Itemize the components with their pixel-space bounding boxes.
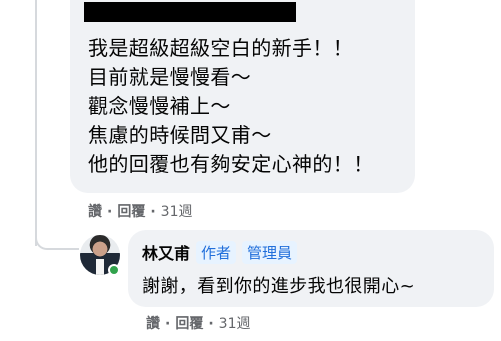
reply-author-name[interactable]: 林又甫	[142, 240, 190, 264]
separator: ·	[107, 204, 113, 220]
comment-line: 目前就是慢慢看～	[88, 65, 252, 89]
redacted-author-name	[84, 2, 296, 22]
thread-connector	[35, 232, 79, 250]
reply-bubble: 林又甫 作者 管理員 謝謝，看到你的進步我也很開心~	[128, 230, 494, 307]
comment-actions: 讚 · 回覆 · 31週	[88, 201, 192, 221]
reply-link[interactable]: 回覆	[117, 204, 145, 220]
separator: ·	[208, 316, 214, 332]
reply-actions: 讚 · 回覆 · 31週	[146, 313, 250, 333]
timestamp-link[interactable]: 31週	[161, 204, 193, 220]
like-link[interactable]: 讚	[88, 204, 102, 220]
timestamp-link[interactable]: 31週	[219, 316, 251, 332]
online-status-dot	[108, 264, 120, 276]
comment-line: 他的回覆也有夠安定心神的！！	[88, 152, 374, 176]
thread-line	[35, 0, 37, 246]
separator: ·	[150, 204, 156, 220]
comment-thread: 我是超級超級空白的新手！！ 目前就是慢慢看～ 觀念慢慢補上～ 焦慮的時候問又甫～…	[0, 0, 501, 341]
reply-link[interactable]: 回覆	[175, 316, 203, 332]
comment-line: 觀念慢慢補上～	[88, 94, 231, 118]
admin-badge: 管理員	[242, 240, 298, 264]
like-link[interactable]: 讚	[146, 316, 160, 332]
reply-header: 林又甫 作者 管理員	[142, 240, 298, 264]
comment-text: 我是超級超級空白的新手！！ 目前就是慢慢看～ 觀念慢慢補上～ 焦慮的時候問又甫～…	[88, 34, 374, 179]
separator: ·	[165, 316, 171, 332]
avatar-shirt	[96, 259, 104, 275]
comment-bubble: 我是超級超級空白的新手！！ 目前就是慢慢看～ 觀念慢慢補上～ 焦慮的時候問又甫～…	[70, 0, 415, 193]
reply-text: 謝謝，看到你的進步我也很開心~	[142, 276, 416, 297]
comment-line: 我是超級超級空白的新手！！	[88, 36, 354, 60]
comment-line: 焦慮的時候問又甫～	[88, 123, 272, 147]
author-badge: 作者	[196, 240, 237, 264]
